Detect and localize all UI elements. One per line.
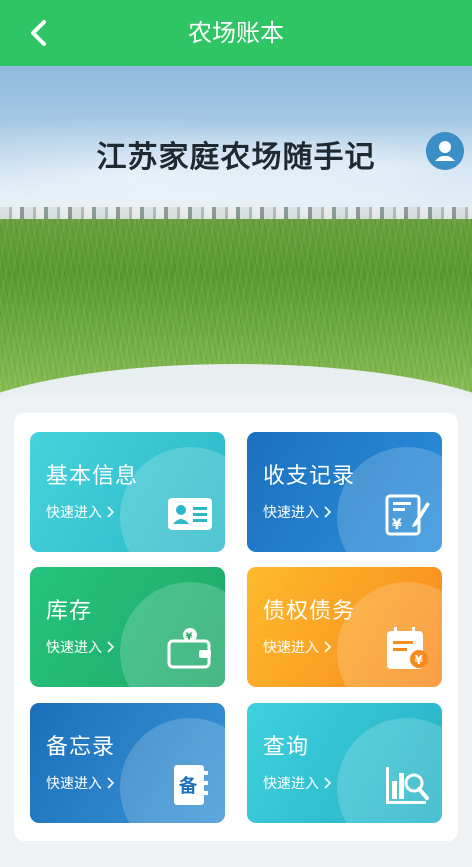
card-label: 备忘录	[46, 735, 116, 760]
quick-enter-link[interactable]: 快速进入	[263, 773, 331, 793]
quick-enter-link[interactable]: 快速进入	[263, 637, 331, 657]
quick-enter-link[interactable]: 快速进入	[263, 502, 331, 522]
quick-enter-text: 快速进入	[46, 776, 102, 792]
card-label: 收支记录	[263, 464, 356, 489]
wallet-yen-icon: ¥	[167, 628, 211, 669]
card-label: 债权债务	[263, 599, 356, 624]
chevron-right-icon	[107, 641, 114, 653]
yen-glyph: ¥	[415, 653, 424, 667]
chevron-right-icon	[324, 641, 331, 653]
quick-enter-text: 快速进入	[263, 505, 319, 521]
card-label: 查询	[263, 735, 310, 760]
card-debts-credits[interactable]: 债权债务 快速进入 ¥	[247, 567, 442, 687]
quick-enter-link[interactable]: 快速进入	[46, 502, 114, 522]
card-query[interactable]: 查询 快速进入	[247, 703, 442, 823]
yen-glyph: ¥	[392, 517, 402, 533]
calendar-yen-icon: ¥	[387, 627, 428, 669]
page-title: 农场账本	[188, 19, 284, 47]
quick-enter-text: 快速进入	[263, 776, 319, 792]
quick-enter-link[interactable]: 快速进入	[46, 637, 114, 657]
chevron-right-icon	[107, 777, 114, 789]
card-basic-info[interactable]: 基本信息 快速进入	[30, 432, 225, 552]
card-inventory[interactable]: 库存 快速进入 ¥	[30, 567, 225, 687]
chart-search-icon	[386, 767, 429, 804]
chevron-right-icon	[324, 506, 331, 518]
hero-headline: 江苏家庭农场随手记	[96, 140, 376, 175]
memo-glyph: 备	[178, 775, 198, 797]
notebook-icon: 备	[174, 765, 208, 805]
top-nav-bar: 农场账本	[0, 0, 472, 66]
village-strip	[0, 207, 472, 219]
card-label: 库存	[46, 599, 93, 624]
card-income-expense[interactable]: 收支记录 快速进入 ¥	[247, 432, 442, 552]
card-memo[interactable]: 备忘录 快速进入 备	[30, 703, 225, 823]
quick-enter-text: 快速进入	[263, 640, 319, 656]
quick-enter-text: 快速进入	[46, 640, 102, 656]
chevron-right-icon	[324, 777, 331, 789]
quick-enter-text: 快速进入	[46, 505, 102, 521]
chevron-right-icon	[107, 506, 114, 518]
hero-banner: 江苏家庭农场随手记	[0, 66, 472, 396]
user-avatar-icon[interactable]	[426, 132, 464, 170]
quick-enter-link[interactable]: 快速进入	[46, 773, 114, 793]
ledger-yen-edit-icon: ¥	[385, 494, 430, 536]
id-card-icon	[168, 498, 212, 530]
card-label: 基本信息	[46, 464, 139, 489]
